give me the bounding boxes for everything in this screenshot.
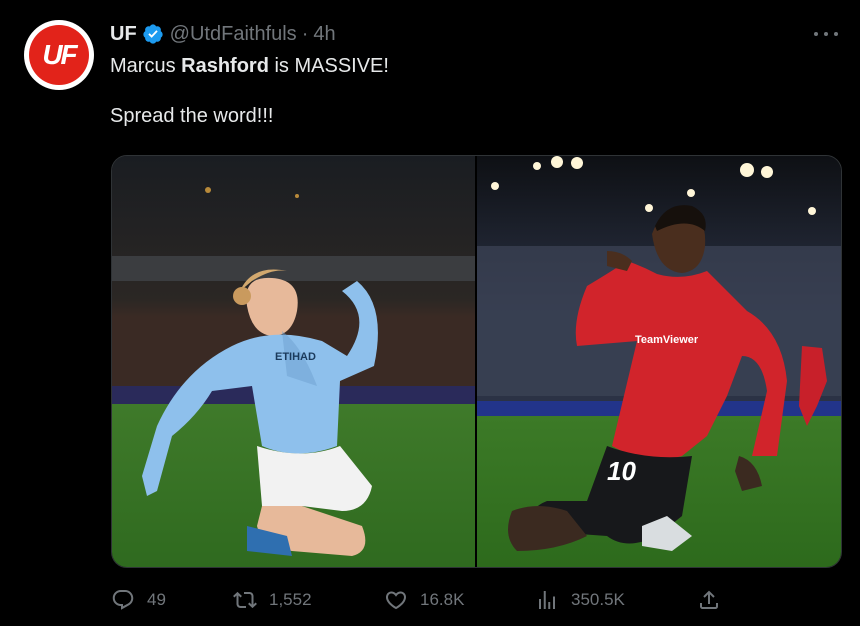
photo-right-image [477, 156, 841, 567]
reply-icon [112, 590, 134, 610]
author-handle[interactable]: @UtdFaithfuls [170, 23, 297, 46]
tweet-header: UF @UtdFaithfuls · 4h [110, 22, 336, 46]
shirt-sponsor-left: ETIHAD [275, 351, 316, 363]
share-icon [700, 590, 718, 609]
tweet-media[interactable]: ETIHAD TeamViewer 10 [111, 155, 842, 568]
heart-icon [385, 591, 407, 610]
tweet-line-1: Marcus Rashford is MASSIVE! [110, 54, 830, 79]
photo-right[interactable]: TeamViewer 10 [477, 156, 841, 567]
analytics-icon [539, 591, 555, 609]
reply-button[interactable]: 49 [111, 588, 166, 612]
avatar-text: UF [42, 39, 77, 70]
share-button[interactable] [697, 588, 721, 612]
tweet-timestamp[interactable]: 4h [313, 23, 335, 46]
like-button[interactable]: 16.8K [384, 588, 464, 612]
shirt-number: 10 [607, 456, 636, 486]
verified-badge-icon[interactable] [142, 23, 164, 45]
tweet-text-bold: Rashford [181, 55, 269, 77]
shirt-sponsor-right: TeamViewer [635, 334, 699, 346]
author-name[interactable]: UF [110, 23, 137, 46]
like-count: 16.8K [420, 590, 465, 609]
reply-count: 49 [147, 590, 166, 609]
tweet-actions: 49 1,552 16.8K 350.5K [111, 585, 721, 615]
repost-button[interactable]: 1,552 [233, 588, 312, 612]
more-options-icon[interactable] [814, 22, 838, 46]
tweet[interactable]: UF UF @UtdFaithfuls · 4h Marcus Rashford… [0, 0, 860, 626]
separator-dot: · [301, 22, 309, 45]
photo-left[interactable]: ETIHAD [112, 156, 477, 567]
tweet-text: Marcus Rashford is MASSIVE! Spread the w… [110, 54, 830, 154]
avatar-logo: UF [29, 25, 89, 85]
views-count: 350.5K [571, 590, 625, 609]
repost-count: 1,552 [269, 590, 312, 609]
avatar[interactable]: UF [24, 20, 94, 90]
repost-icon [233, 591, 257, 609]
tweet-line-2: Spread the word!!! [110, 105, 274, 127]
views-button[interactable]: 350.5K [535, 588, 625, 612]
tweet-text-part: is MASSIVE! [268, 55, 389, 77]
tweet-text-part: Marcus [110, 55, 182, 77]
